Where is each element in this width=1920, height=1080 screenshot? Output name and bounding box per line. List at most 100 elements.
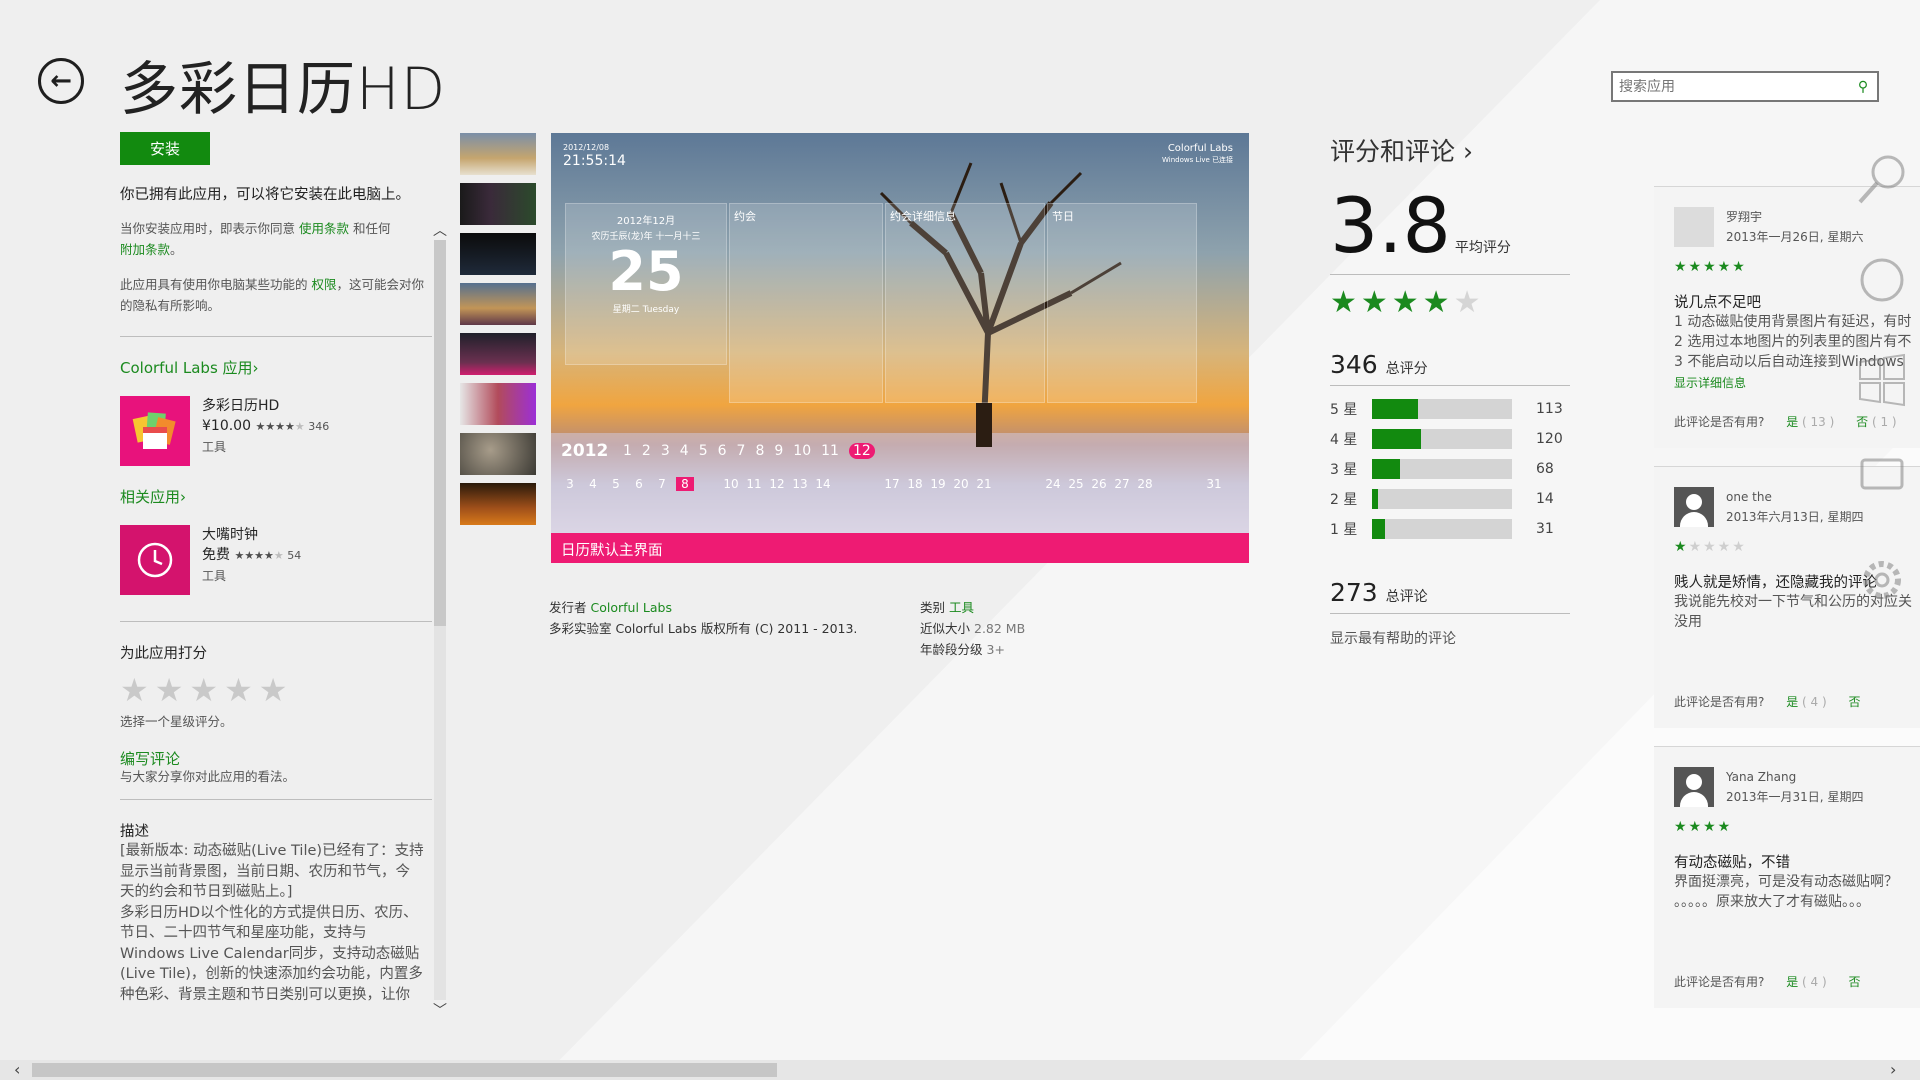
month-row: 1 2 3 4 5 6 7 8 9 10 11 12 bbox=[623, 443, 885, 459]
month-number: 2 bbox=[641, 443, 651, 459]
rating-bar-row: 1 星 31 bbox=[1330, 514, 1570, 544]
ratings-reviews-link[interactable]: 评分和评论 › bbox=[1330, 132, 1570, 168]
divider bbox=[120, 799, 432, 800]
review-date: 2013年一月31日, 星期四 bbox=[1726, 790, 1864, 804]
thumbnail[interactable] bbox=[460, 283, 536, 325]
terms-of-use-link[interactable]: 使用条款 bbox=[299, 221, 349, 236]
month-number: 6 bbox=[717, 443, 727, 459]
permissions-notice: 此应用具有使用你电脑某些功能的 权限，这可能会对你的隐私有所影响。 bbox=[120, 277, 425, 313]
review-date: 2013年六月13日, 星期四 bbox=[1726, 510, 1864, 524]
search-input[interactable] bbox=[1613, 78, 1849, 95]
publisher-app-item[interactable]: 多彩日历HD ¥10.00 ★★★★★ 346 工具 bbox=[120, 396, 432, 466]
thumbnail[interactable] bbox=[460, 333, 536, 375]
day-number: 7 bbox=[658, 477, 666, 491]
app-rating-stars: ★★★★★ 346 bbox=[255, 420, 330, 433]
scroll-up-icon[interactable]: ︿ bbox=[432, 220, 448, 240]
scroll-down-icon[interactable]: ﹀ bbox=[432, 1000, 448, 1020]
day-number: 10 bbox=[723, 477, 739, 491]
appointments-panel: 约会 bbox=[729, 203, 883, 403]
ratings-summary: 评分和评论 › 3.8 平均评分 ★★★★★ 346 总评分 5 星 113 4 星 1… bbox=[1330, 132, 1570, 648]
app-rating-stars: ★★★★★ 54 bbox=[234, 549, 302, 562]
search-box[interactable]: ⚲ bbox=[1611, 71, 1879, 102]
thumbnail[interactable] bbox=[460, 383, 536, 425]
rating-bar-fill bbox=[1372, 519, 1385, 539]
scrollbar-thumb[interactable] bbox=[434, 240, 446, 626]
helpful-no-button[interactable]: 否 bbox=[1849, 695, 1861, 709]
helpful-no-button[interactable]: 否 ( 1 ) bbox=[1856, 415, 1896, 429]
day-number: 31 bbox=[1206, 477, 1222, 491]
chevron-right-icon: › bbox=[1462, 137, 1473, 166]
month-number: 12 bbox=[848, 443, 875, 459]
review-author: one the bbox=[1726, 490, 1772, 504]
additional-terms-link[interactable]: 附加条款 bbox=[120, 242, 170, 257]
rating-bar-count: 14 bbox=[1536, 491, 1554, 507]
month-number: 4 bbox=[679, 443, 689, 459]
rate-stars-input[interactable]: ★★★★★ bbox=[120, 671, 432, 709]
app-price: ¥10.00 bbox=[202, 418, 251, 434]
publisher-apps-link[interactable]: Colorful Labs 应用› bbox=[120, 357, 432, 378]
thumbnail[interactable] bbox=[460, 233, 536, 275]
app-details-column: 安装 你已拥有此应用，可以将它安装在此电脑上。 当你安装应用时，即表示你同意 使… bbox=[120, 132, 432, 1018]
publisher-link[interactable]: Colorful Labs bbox=[591, 600, 672, 615]
most-helpful-reviews-link[interactable]: 显示最有帮助的评论 bbox=[1330, 628, 1570, 648]
helpful-yes-button[interactable]: 是 ( 4 ) bbox=[1786, 695, 1826, 709]
thumbnail[interactable] bbox=[460, 483, 536, 525]
details-scrollbar[interactable]: ︿ ﹀ bbox=[432, 220, 448, 1020]
day-number: 17 bbox=[884, 477, 900, 491]
rating-bar-track bbox=[1372, 489, 1512, 509]
month-number: 5 bbox=[698, 443, 708, 459]
year-label: 2012 bbox=[561, 441, 609, 461]
permissions-link[interactable]: 权限 bbox=[312, 277, 337, 292]
back-button[interactable]: ← bbox=[38, 58, 84, 104]
rate-hint: 选择一个星级评分。 bbox=[120, 714, 233, 729]
thumbnail[interactable] bbox=[460, 133, 536, 175]
copyright-text: 多彩实验室 Colorful Labs 版权所有 (C) 2011 - 2013… bbox=[549, 621, 858, 636]
terms-notice: 当你安装应用时，即表示你同意 使用条款 和任何 附加条款。 bbox=[120, 221, 391, 257]
average-stars: ★★★★★ bbox=[1330, 285, 1485, 320]
related-apps-link[interactable]: 相关应用› bbox=[120, 486, 432, 507]
main-screenshot[interactable]: 2012/12/08 21:55:14 Colorful Labs Window… bbox=[551, 133, 1249, 563]
back-arrow-icon: ← bbox=[50, 66, 72, 96]
rating-bar-count: 31 bbox=[1536, 521, 1554, 537]
screenshot-caption: 日历默认主界面 bbox=[551, 533, 1249, 563]
avatar bbox=[1674, 207, 1714, 247]
related-app-item[interactable]: 大嘴时钟 免费 ★★★★★ 54 工具 bbox=[120, 525, 432, 595]
scrollbar-thumb[interactable] bbox=[32, 1063, 777, 1077]
rating-bar-count: 68 bbox=[1536, 461, 1554, 477]
scroll-left-icon[interactable]: ‹ bbox=[14, 1060, 20, 1079]
rating-bar-row: 3 星 68 bbox=[1330, 454, 1570, 484]
day-number: 12 bbox=[769, 477, 785, 491]
rating-bar-row: 2 星 14 bbox=[1330, 484, 1570, 514]
app-name: 大嘴时钟 bbox=[202, 527, 258, 543]
helpful-yes-button[interactable]: 是 ( 4 ) bbox=[1786, 975, 1826, 989]
month-number: 9 bbox=[774, 443, 784, 459]
publisher-info: 发行者 Colorful Labs 多彩实验室 Colorful Labs 版权… bbox=[549, 597, 857, 639]
day-number: 18 bbox=[907, 477, 923, 491]
day-number: 20 bbox=[953, 477, 969, 491]
day-number: 8 bbox=[676, 477, 694, 491]
write-review-link[interactable]: 编写评论 bbox=[120, 748, 432, 769]
review-title: 有动态磁贴，不错 bbox=[1674, 855, 1790, 871]
helpful-yes-button[interactable]: 是 ( 13 ) bbox=[1786, 415, 1834, 429]
category-link[interactable]: 工具 bbox=[949, 600, 974, 615]
review-helpful: 此评论是否有用? 是 ( 4 ) 否 bbox=[1674, 975, 1861, 989]
review-author: 罗翔宇 bbox=[1726, 210, 1763, 224]
rating-bar-count: 120 bbox=[1536, 431, 1563, 447]
month-number: 8 bbox=[755, 443, 765, 459]
scroll-right-icon[interactable]: › bbox=[1890, 1060, 1896, 1079]
helpful-no-button[interactable]: 否 bbox=[1849, 975, 1861, 989]
install-button[interactable]: 安装 bbox=[120, 132, 210, 165]
rating-bar-fill bbox=[1372, 489, 1378, 509]
day-number: 28 bbox=[1137, 477, 1153, 491]
thumbnail[interactable] bbox=[460, 183, 536, 225]
day-number: 21 bbox=[976, 477, 992, 491]
divider bbox=[120, 621, 432, 622]
average-rating: 3.8 平均评分 bbox=[1330, 181, 1511, 270]
share-charm-icon bbox=[1860, 258, 1904, 302]
divider bbox=[120, 336, 432, 337]
search-icon[interactable]: ⚲ bbox=[1849, 79, 1877, 95]
thumbnail[interactable] bbox=[460, 433, 536, 475]
avatar bbox=[1674, 487, 1714, 527]
day-number: 13 bbox=[792, 477, 808, 491]
page-horizontal-scrollbar[interactable]: ‹ › bbox=[0, 1060, 1920, 1080]
